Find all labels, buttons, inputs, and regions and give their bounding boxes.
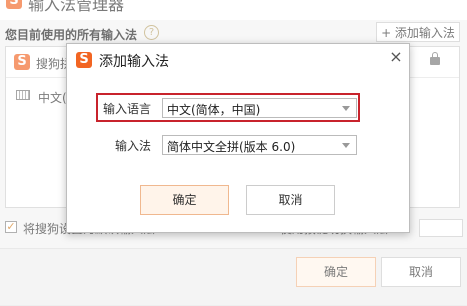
language-label: 输入语言 <box>103 102 152 116</box>
chevron-down-icon <box>342 106 350 111</box>
sogou-logo-icon: S <box>76 52 92 68</box>
ime-select[interactable]: 简体中文全拼(版本 6.0) <box>162 135 357 155</box>
dialog-titlebar: S 添加输入法 × <box>67 44 409 74</box>
add-ime-dialog: S 添加输入法 × 输入语言 中文(简体，中国) 输入法 简体中文全拼(版本 6… <box>66 43 410 233</box>
dialog-ok-button[interactable]: 确定 <box>140 185 229 215</box>
dialog-title: 添加输入法 <box>99 54 169 70</box>
close-icon[interactable]: × <box>388 49 404 65</box>
chevron-down-icon <box>342 143 350 148</box>
dialog-cancel-button[interactable]: 取消 <box>246 185 335 215</box>
ime-select-value: 简体中文全拼(版本 6.0) <box>167 140 296 154</box>
ime-label: 输入法 <box>115 139 152 153</box>
language-select[interactable]: 中文(简体，中国) <box>162 98 357 118</box>
language-select-value: 中文(简体，中国) <box>167 103 261 117</box>
